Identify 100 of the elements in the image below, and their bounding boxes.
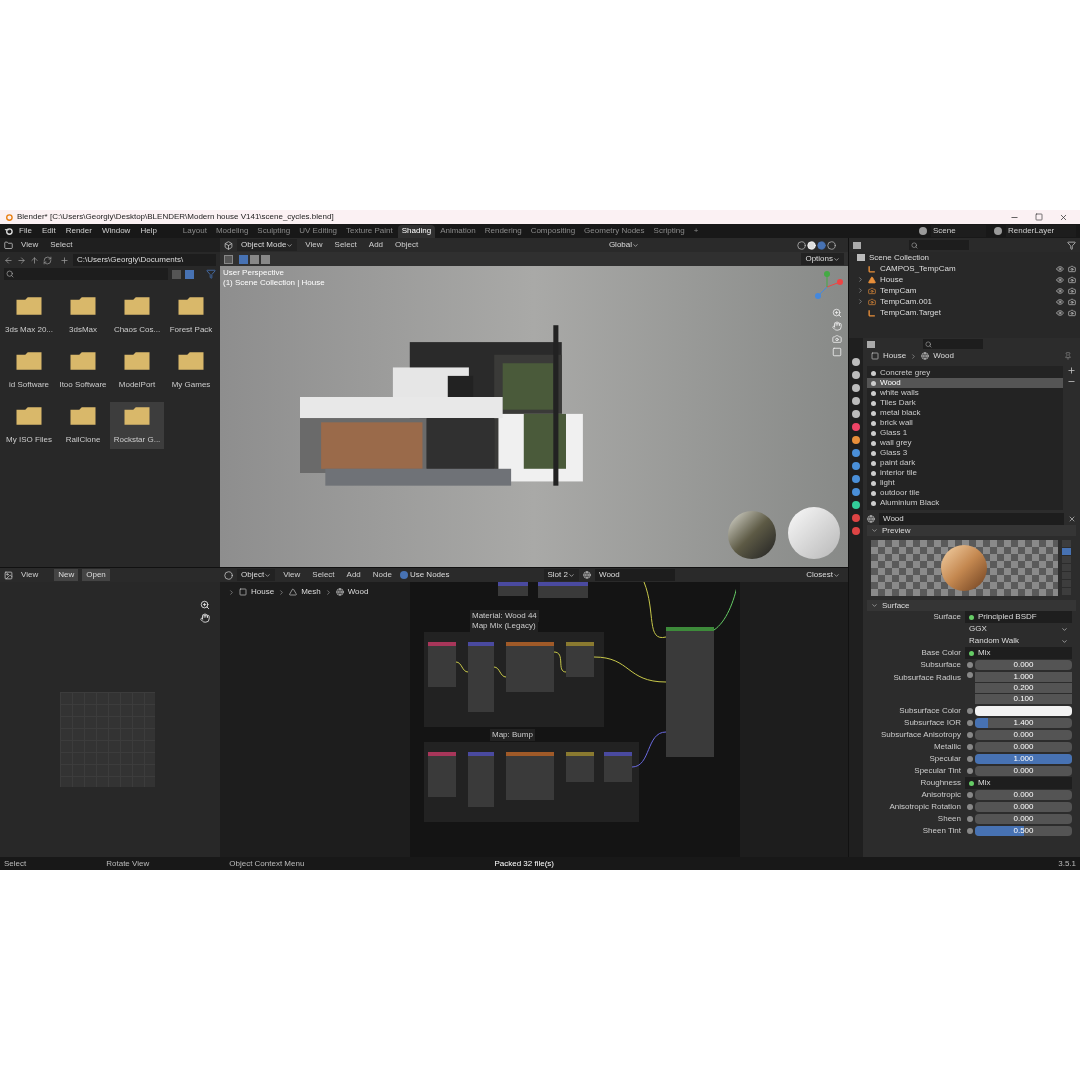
folder-item[interactable]: 3ds Max 20... [2, 292, 56, 339]
visibility-icon[interactable] [1056, 297, 1064, 306]
number-slider[interactable]: 1.000 [975, 754, 1072, 764]
folder-item[interactable]: Forest Pack [164, 292, 218, 339]
menu-item[interactable]: Select [46, 239, 77, 251]
material-slot-item[interactable]: white walls [867, 388, 1063, 398]
parent-folder-icon[interactable] [30, 255, 39, 265]
workspace-tab[interactable]: Geometry Nodes [580, 224, 649, 238]
number-slider[interactable]: 0.000 [975, 766, 1072, 776]
menu-item[interactable]: Select [308, 569, 339, 581]
visibility-icon[interactable] [1056, 286, 1064, 295]
render-visibility-icon[interactable] [1068, 264, 1076, 273]
render-visibility-icon[interactable] [1068, 297, 1076, 306]
options-dropdown[interactable]: Options [801, 253, 844, 265]
menu-item[interactable]: Render [61, 225, 96, 237]
grid-view-icon[interactable] [185, 269, 194, 279]
outliner-row[interactable]: CAMPOS_TempCam [849, 263, 1080, 274]
menu-item[interactable]: View [17, 569, 43, 581]
material-name-field[interactable]: Wood [879, 512, 1064, 525]
pan-icon[interactable] [200, 613, 210, 623]
visibility-icon[interactable] [1056, 308, 1064, 317]
workspace-tab[interactable]: Modeling [211, 224, 253, 238]
material-slot-item[interactable]: Glass 1 [867, 428, 1063, 438]
visibility-icon[interactable] [1056, 275, 1064, 284]
folder-item[interactable]: Itoo Software [56, 347, 110, 394]
maximize-icon[interactable] [1035, 212, 1043, 221]
workspace-tab[interactable]: Sculpting [253, 224, 295, 238]
menu-item[interactable]: Select [330, 239, 361, 251]
folder-item[interactable]: id Software [2, 347, 56, 394]
material-slot-item[interactable]: outdoor tile [867, 488, 1063, 498]
menu-item[interactable]: Window [97, 225, 135, 237]
visibility-icon[interactable] [1056, 264, 1064, 273]
workspace-tab[interactable]: Scripting [649, 224, 689, 238]
workspace-tab[interactable]: Shading [397, 224, 436, 238]
number-slider[interactable]: 0.000 [975, 660, 1072, 670]
back-icon[interactable] [4, 255, 13, 265]
search-field[interactable] [923, 339, 983, 349]
menu-item[interactable]: View [301, 239, 327, 251]
add-slot-icon[interactable] [1067, 366, 1076, 375]
folder-item[interactable]: ModelPort [110, 347, 164, 394]
outliner-row[interactable]: TempCam [849, 285, 1080, 296]
rendered-shading-icon[interactable] [827, 240, 836, 250]
folder-item[interactable]: My ISO Files [2, 402, 56, 449]
menu-item[interactable]: Help [136, 225, 161, 237]
new-image-button[interactable]: New [54, 569, 79, 581]
menu-item[interactable]: File [15, 225, 36, 237]
outliner-row[interactable]: TempCam.001 [849, 296, 1080, 307]
view-layer-field[interactable]: RenderLayer [1006, 225, 1076, 237]
material-slot-item[interactable]: Aluminium Black [867, 498, 1063, 508]
wireframe-shading-icon[interactable] [797, 240, 806, 250]
filter-icon[interactable] [206, 269, 216, 279]
material-slot-item[interactable]: Tiles Dark [867, 398, 1063, 408]
pin-icon[interactable] [1064, 352, 1072, 360]
new-folder-icon[interactable] [60, 255, 69, 265]
menu-item[interactable]: Add [342, 569, 365, 581]
number-slider[interactable]: 1.400 [975, 718, 1072, 728]
folder-item[interactable]: Chaos Cos... [110, 292, 164, 339]
render-visibility-icon[interactable] [1068, 286, 1076, 295]
material-slot-item[interactable]: Concrete grey [867, 368, 1063, 378]
open-image-button[interactable]: Open [82, 569, 110, 581]
orientation-dropdown[interactable]: Global [604, 239, 643, 251]
folder-item[interactable]: Rockstar G... [110, 402, 164, 449]
workspace-tab[interactable]: Animation [436, 224, 480, 238]
linked-node-field[interactable]: Principled BSDF [965, 611, 1072, 623]
material-slot-item[interactable]: Glass 3 [867, 448, 1063, 458]
shader-type-dropdown[interactable]: Object [237, 569, 276, 581]
material-slot-item[interactable]: paint dark [867, 458, 1063, 468]
scene-field[interactable]: Scene [931, 225, 986, 237]
menu-item[interactable]: View [17, 239, 43, 251]
menu-item[interactable]: Edit [37, 225, 60, 237]
search-field[interactable] [909, 240, 969, 250]
folder-item[interactable]: 3dsMax [56, 292, 110, 339]
use-nodes-checkbox[interactable]: Use Nodes [399, 569, 450, 581]
number-slider[interactable]: 0.500 [975, 826, 1072, 836]
folder-item[interactable]: My Games [164, 347, 218, 394]
number-field[interactable]: 1.000 [975, 672, 1072, 682]
zoom-icon[interactable] [200, 600, 210, 610]
forward-icon[interactable] [17, 255, 26, 265]
material-slot-item[interactable]: Wood [867, 378, 1063, 388]
workspace-tab[interactable]: Rendering [480, 224, 526, 238]
mode-dropdown[interactable]: Object Mode [237, 239, 298, 251]
number-field[interactable]: 0.100 [975, 694, 1072, 704]
material-slot-item[interactable]: light [867, 478, 1063, 488]
workspace-tab[interactable]: + [689, 224, 703, 238]
refresh-icon[interactable] [43, 255, 52, 265]
workspace-tab[interactable]: Layout [178, 224, 211, 238]
path-field[interactable]: C:\Users\Georgiy\Documents\ [73, 254, 216, 266]
number-slider[interactable]: 0.000 [975, 730, 1072, 740]
color-swatch[interactable] [975, 706, 1072, 716]
number-slider[interactable]: 0.000 [975, 814, 1072, 824]
number-slider[interactable]: 0.000 [975, 790, 1072, 800]
linked-node-field[interactable]: Mix [965, 647, 1072, 659]
search-field[interactable] [4, 268, 168, 280]
render-visibility-icon[interactable] [1068, 308, 1076, 317]
render-visibility-icon[interactable] [1068, 275, 1076, 284]
slot-dropdown[interactable]: Slot 2 [543, 569, 579, 581]
workspace-tab[interactable]: UV Editing [295, 224, 342, 238]
number-slider[interactable]: 0.000 [975, 802, 1072, 812]
material-slot-item[interactable]: wall grey [867, 438, 1063, 448]
material-slot-item[interactable]: brick wall [867, 418, 1063, 428]
